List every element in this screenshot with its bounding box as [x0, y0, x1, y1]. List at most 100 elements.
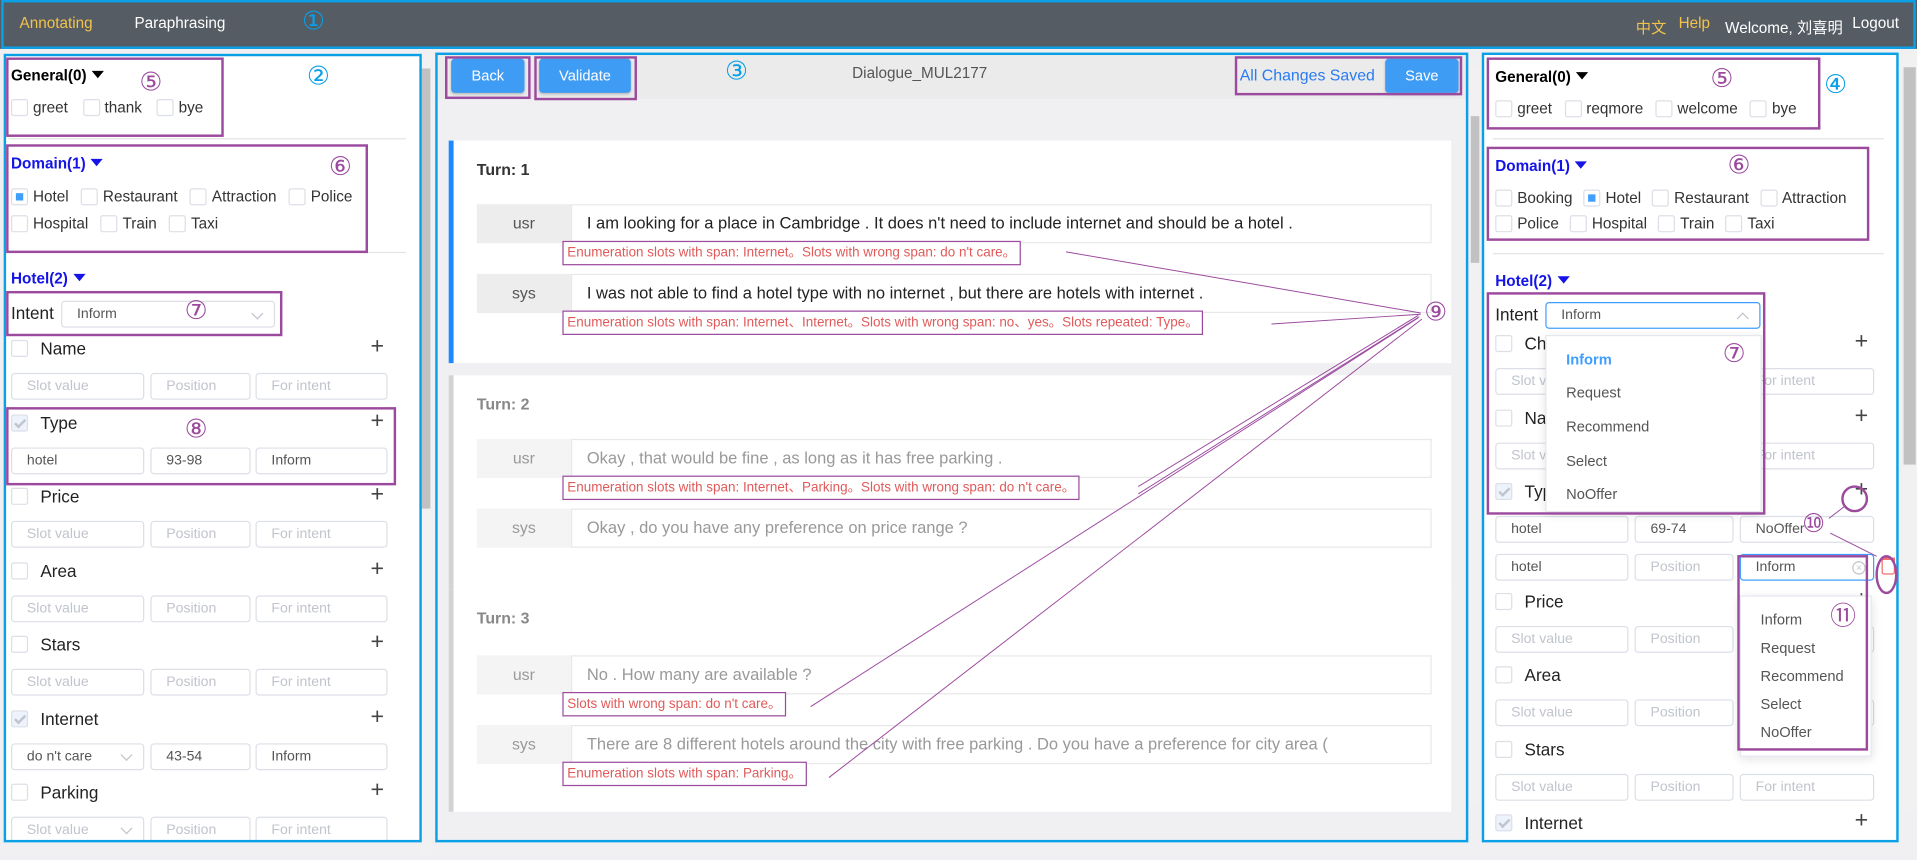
checkbox-welcome[interactable]: welcome	[1655, 100, 1738, 118]
logout-link[interactable]: Logout	[1852, 15, 1899, 32]
add-slot-value-icon[interactable]: +	[370, 334, 384, 359]
slot-checkbox[interactable]	[11, 487, 29, 505]
slot-position-input[interactable]: Position	[150, 372, 251, 400]
checkbox-box[interactable]	[11, 99, 29, 117]
right-scrollbar-thumb[interactable]	[1903, 67, 1916, 465]
checkbox-box[interactable]	[1495, 215, 1513, 233]
checkbox-bye[interactable]: bye	[1749, 100, 1797, 118]
checkbox-box[interactable]	[1759, 189, 1778, 207]
slot-intent-input[interactable]: For intent	[255, 668, 388, 696]
checkbox-box[interactable]	[156, 99, 174, 117]
checkbox-reqmore[interactable]: reqmore	[1564, 100, 1643, 118]
slot-intent-option[interactable]: Inform	[1761, 611, 1803, 628]
checkbox-box[interactable]	[1655, 100, 1673, 118]
slot-value-input[interactable]: Slot value	[11, 520, 145, 548]
slot-intent-input[interactable]: Inform	[255, 742, 388, 770]
add-slot-value-icon[interactable]: +	[370, 556, 384, 581]
hotel-section-title[interactable]: Hotel(2)	[1495, 273, 1570, 290]
intent-option[interactable]: Inform	[1566, 351, 1612, 368]
checkbox-box[interactable]	[1495, 189, 1513, 207]
slot-value-input[interactable]: Slot value	[1495, 773, 1629, 801]
intent-option[interactable]: NoOffer	[1566, 485, 1617, 502]
slot-intent-input[interactable]: NoOffer	[1739, 515, 1875, 543]
checkbox-box[interactable]	[168, 215, 187, 233]
checkbox-booking[interactable]: Booking	[1495, 189, 1572, 207]
checkbox-train[interactable]: Train	[100, 215, 157, 233]
slot-position-input[interactable]: 43-54	[150, 742, 251, 770]
slot-checkbox[interactable]	[1495, 740, 1513, 758]
slot-checkbox[interactable]	[11, 635, 29, 653]
slot-checkbox[interactable]	[11, 709, 29, 727]
slot-checkbox[interactable]	[1495, 666, 1513, 684]
add-slot-value-icon[interactable]: +	[1855, 329, 1869, 354]
checkbox-hospital[interactable]: Hospital	[11, 215, 88, 233]
slot-position-input[interactable]: 93-98	[150, 446, 251, 474]
checkbox-police[interactable]: Police	[288, 188, 352, 206]
checkbox-thank[interactable]: thank	[82, 99, 142, 117]
checkbox-restaurant[interactable]: Restaurant	[80, 188, 178, 206]
slot-position-input[interactable]: Position	[1634, 773, 1734, 801]
intent-option[interactable]: Request	[1566, 384, 1621, 401]
slot-checkbox[interactable]	[1495, 592, 1513, 610]
checkbox-police[interactable]: Police	[1495, 215, 1559, 233]
checkbox-box[interactable]	[11, 188, 29, 206]
utterance-text[interactable]: Okay , do you have any preference on pri…	[570, 508, 1432, 548]
help-link[interactable]: Help	[1679, 15, 1710, 32]
checkbox-box[interactable]	[1658, 215, 1676, 233]
utterance-text[interactable]: Okay , that would be fine , as long as i…	[570, 438, 1432, 479]
slot-value-input[interactable]: Slot value	[11, 816, 145, 842]
left-scrollbar-thumb[interactable]	[421, 68, 431, 509]
intent-option[interactable]: Recommend	[1566, 418, 1649, 435]
checkbox-box[interactable]	[189, 188, 208, 206]
slot-position-input[interactable]: 69-74	[1634, 515, 1734, 543]
clear-icon[interactable]: ×	[1852, 561, 1866, 575]
checkbox-greet[interactable]: greet	[1495, 100, 1552, 118]
checkbox-box[interactable]	[288, 188, 306, 206]
slot-intent-option[interactable]: Request	[1761, 639, 1816, 656]
back-button[interactable]: Back	[451, 58, 525, 93]
add-slot-value-icon[interactable]: +	[1855, 809, 1869, 833]
checkbox-box[interactable]	[80, 188, 99, 206]
checkbox-box[interactable]	[1564, 100, 1582, 118]
checkbox-attraction[interactable]: Attraction	[189, 188, 276, 206]
checkbox-hospital[interactable]: Hospital	[1569, 215, 1647, 233]
slot-checkbox[interactable]	[11, 339, 29, 357]
checkbox-taxi[interactable]: Taxi	[1725, 215, 1775, 233]
checkbox-box[interactable]	[1495, 100, 1513, 118]
add-slot-value-icon[interactable]: +	[1855, 477, 1869, 502]
slot-position-input[interactable]: Position	[150, 520, 251, 548]
utterance-text[interactable]: There are 8 different hotels around the …	[570, 724, 1432, 765]
dialogue-scrollbar-thumb[interactable]	[1470, 116, 1480, 263]
slot-intent-option[interactable]: Recommend	[1761, 668, 1844, 685]
slot-intent-input[interactable]: For intent	[255, 816, 388, 842]
tab-paraphrasing[interactable]: Paraphrasing	[134, 15, 225, 32]
checkbox-greet[interactable]: greet	[11, 99, 68, 117]
slot-intent-input[interactable]: For intent	[255, 594, 388, 622]
add-slot-value-icon[interactable]: +	[1855, 403, 1869, 428]
slot-intent-option[interactable]: Select	[1761, 696, 1802, 713]
intent-select[interactable]: Inform	[1545, 301, 1761, 329]
slot-intent-input[interactable]: For intent	[255, 520, 388, 548]
hotel-section-title[interactable]: Hotel(2)	[11, 270, 86, 287]
turn-card[interactable]: Turn: 2 usr Okay , that would be fine , as…	[448, 375, 1452, 598]
slot-intent-input[interactable]: For intent	[255, 372, 388, 400]
validate-button[interactable]: Validate	[539, 58, 631, 93]
utterance-text[interactable]: I was not able to find a hotel type with…	[570, 273, 1432, 313]
turn-card[interactable]: Turn: 1 usr I am looking for a place in Ca…	[448, 140, 1452, 364]
slot-checkbox[interactable]	[11, 561, 29, 579]
dialogue-scrollbar[interactable]	[1469, 67, 1481, 807]
slot-checkbox[interactable]	[1495, 482, 1513, 501]
checkbox-box[interactable]	[1725, 215, 1743, 233]
turn-card[interactable]: Turn: 3 usr No . How many are available ? S…	[448, 589, 1452, 812]
slot-value-input[interactable]: Slot value	[11, 668, 145, 696]
utterance-text[interactable]: No . How many are available ?	[570, 655, 1432, 695]
slot-intent-option[interactable]: NoOffer	[1761, 724, 1812, 741]
slot-value-input[interactable]: hotel	[1495, 553, 1629, 581]
slot-value-input[interactable]: Slot value	[11, 372, 145, 400]
tab-annotating[interactable]: Annotating	[20, 15, 93, 32]
trash-icon[interactable]	[1881, 557, 1895, 575]
domain-section-title[interactable]: Domain(1)	[1495, 158, 1588, 175]
checkbox-box[interactable]	[1583, 189, 1601, 207]
checkbox-box[interactable]	[1569, 215, 1587, 233]
slot-checkbox[interactable]	[11, 783, 29, 801]
